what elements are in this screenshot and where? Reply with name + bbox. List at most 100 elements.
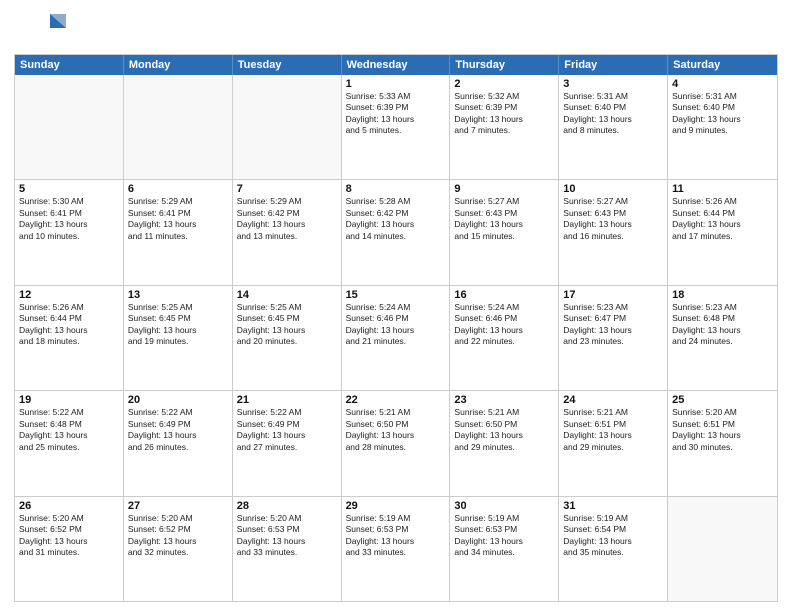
cell-info: Sunrise: 5:20 AM Sunset: 6:52 PM Dayligh… — [19, 513, 119, 559]
calendar-row: 26Sunrise: 5:20 AM Sunset: 6:52 PM Dayli… — [15, 497, 777, 601]
calendar-cell: 12Sunrise: 5:26 AM Sunset: 6:44 PM Dayli… — [15, 286, 124, 390]
cell-info: Sunrise: 5:23 AM Sunset: 6:48 PM Dayligh… — [672, 302, 773, 348]
day-number: 26 — [19, 500, 119, 512]
calendar-cell: 27Sunrise: 5:20 AM Sunset: 6:52 PM Dayli… — [124, 497, 233, 601]
calendar-cell: 8Sunrise: 5:28 AM Sunset: 6:42 PM Daylig… — [342, 180, 451, 284]
cell-info: Sunrise: 5:21 AM Sunset: 6:50 PM Dayligh… — [454, 407, 554, 453]
calendar-cell: 17Sunrise: 5:23 AM Sunset: 6:47 PM Dayli… — [559, 286, 668, 390]
day-number: 7 — [237, 183, 337, 195]
day-number: 18 — [672, 289, 773, 301]
calendar-cell: 15Sunrise: 5:24 AM Sunset: 6:46 PM Dayli… — [342, 286, 451, 390]
weekday-header: Tuesday — [233, 55, 342, 75]
calendar-row: 19Sunrise: 5:22 AM Sunset: 6:48 PM Dayli… — [15, 391, 777, 496]
calendar-body: 1Sunrise: 5:33 AM Sunset: 6:39 PM Daylig… — [15, 75, 777, 601]
weekday-header: Thursday — [450, 55, 559, 75]
calendar-cell: 7Sunrise: 5:29 AM Sunset: 6:42 PM Daylig… — [233, 180, 342, 284]
calendar-cell: 2Sunrise: 5:32 AM Sunset: 6:39 PM Daylig… — [450, 75, 559, 179]
day-number: 3 — [563, 78, 663, 90]
weekday-header: Sunday — [15, 55, 124, 75]
day-number: 29 — [346, 500, 446, 512]
day-number: 24 — [563, 394, 663, 406]
cell-info: Sunrise: 5:26 AM Sunset: 6:44 PM Dayligh… — [672, 196, 773, 242]
weekday-header: Saturday — [668, 55, 777, 75]
day-number: 30 — [454, 500, 554, 512]
logo — [14, 10, 66, 48]
calendar-cell: 1Sunrise: 5:33 AM Sunset: 6:39 PM Daylig… — [342, 75, 451, 179]
weekday-header: Monday — [124, 55, 233, 75]
cell-info: Sunrise: 5:21 AM Sunset: 6:51 PM Dayligh… — [563, 407, 663, 453]
calendar-cell — [15, 75, 124, 179]
day-number: 20 — [128, 394, 228, 406]
day-number: 14 — [237, 289, 337, 301]
day-number: 15 — [346, 289, 446, 301]
day-number: 22 — [346, 394, 446, 406]
weekday-header: Wednesday — [342, 55, 451, 75]
cell-info: Sunrise: 5:31 AM Sunset: 6:40 PM Dayligh… — [672, 91, 773, 137]
page: SundayMondayTuesdayWednesdayThursdayFrid… — [0, 0, 792, 612]
calendar-cell: 25Sunrise: 5:20 AM Sunset: 6:51 PM Dayli… — [668, 391, 777, 495]
cell-info: Sunrise: 5:20 AM Sunset: 6:53 PM Dayligh… — [237, 513, 337, 559]
cell-info: Sunrise: 5:24 AM Sunset: 6:46 PM Dayligh… — [346, 302, 446, 348]
calendar-cell: 20Sunrise: 5:22 AM Sunset: 6:49 PM Dayli… — [124, 391, 233, 495]
day-number: 4 — [672, 78, 773, 90]
calendar-header: SundayMondayTuesdayWednesdayThursdayFrid… — [15, 55, 777, 75]
cell-info: Sunrise: 5:23 AM Sunset: 6:47 PM Dayligh… — [563, 302, 663, 348]
day-number: 6 — [128, 183, 228, 195]
calendar-row: 12Sunrise: 5:26 AM Sunset: 6:44 PM Dayli… — [15, 286, 777, 391]
calendar-cell: 9Sunrise: 5:27 AM Sunset: 6:43 PM Daylig… — [450, 180, 559, 284]
cell-info: Sunrise: 5:19 AM Sunset: 6:54 PM Dayligh… — [563, 513, 663, 559]
calendar-cell: 28Sunrise: 5:20 AM Sunset: 6:53 PM Dayli… — [233, 497, 342, 601]
calendar-cell: 13Sunrise: 5:25 AM Sunset: 6:45 PM Dayli… — [124, 286, 233, 390]
cell-info: Sunrise: 5:30 AM Sunset: 6:41 PM Dayligh… — [19, 196, 119, 242]
cell-info: Sunrise: 5:27 AM Sunset: 6:43 PM Dayligh… — [563, 196, 663, 242]
day-number: 2 — [454, 78, 554, 90]
calendar: SundayMondayTuesdayWednesdayThursdayFrid… — [14, 54, 778, 602]
calendar-cell: 29Sunrise: 5:19 AM Sunset: 6:53 PM Dayli… — [342, 497, 451, 601]
day-number: 12 — [19, 289, 119, 301]
cell-info: Sunrise: 5:19 AM Sunset: 6:53 PM Dayligh… — [346, 513, 446, 559]
day-number: 23 — [454, 394, 554, 406]
calendar-cell: 6Sunrise: 5:29 AM Sunset: 6:41 PM Daylig… — [124, 180, 233, 284]
calendar-cell: 26Sunrise: 5:20 AM Sunset: 6:52 PM Dayli… — [15, 497, 124, 601]
calendar-cell: 30Sunrise: 5:19 AM Sunset: 6:53 PM Dayli… — [450, 497, 559, 601]
cell-info: Sunrise: 5:25 AM Sunset: 6:45 PM Dayligh… — [128, 302, 228, 348]
cell-info: Sunrise: 5:28 AM Sunset: 6:42 PM Dayligh… — [346, 196, 446, 242]
day-number: 5 — [19, 183, 119, 195]
calendar-cell: 3Sunrise: 5:31 AM Sunset: 6:40 PM Daylig… — [559, 75, 668, 179]
cell-info: Sunrise: 5:31 AM Sunset: 6:40 PM Dayligh… — [563, 91, 663, 137]
day-number: 13 — [128, 289, 228, 301]
day-number: 21 — [237, 394, 337, 406]
day-number: 31 — [563, 500, 663, 512]
day-number: 27 — [128, 500, 228, 512]
day-number: 9 — [454, 183, 554, 195]
header — [14, 10, 778, 48]
cell-info: Sunrise: 5:22 AM Sunset: 6:48 PM Dayligh… — [19, 407, 119, 453]
cell-info: Sunrise: 5:19 AM Sunset: 6:53 PM Dayligh… — [454, 513, 554, 559]
cell-info: Sunrise: 5:24 AM Sunset: 6:46 PM Dayligh… — [454, 302, 554, 348]
day-number: 1 — [346, 78, 446, 90]
weekday-header: Friday — [559, 55, 668, 75]
cell-info: Sunrise: 5:25 AM Sunset: 6:45 PM Dayligh… — [237, 302, 337, 348]
day-number: 17 — [563, 289, 663, 301]
day-number: 19 — [19, 394, 119, 406]
day-number: 11 — [672, 183, 773, 195]
cell-info: Sunrise: 5:29 AM Sunset: 6:42 PM Dayligh… — [237, 196, 337, 242]
cell-info: Sunrise: 5:20 AM Sunset: 6:52 PM Dayligh… — [128, 513, 228, 559]
cell-info: Sunrise: 5:26 AM Sunset: 6:44 PM Dayligh… — [19, 302, 119, 348]
cell-info: Sunrise: 5:22 AM Sunset: 6:49 PM Dayligh… — [237, 407, 337, 453]
calendar-row: 5Sunrise: 5:30 AM Sunset: 6:41 PM Daylig… — [15, 180, 777, 285]
day-number: 25 — [672, 394, 773, 406]
calendar-cell: 4Sunrise: 5:31 AM Sunset: 6:40 PM Daylig… — [668, 75, 777, 179]
calendar-cell: 19Sunrise: 5:22 AM Sunset: 6:48 PM Dayli… — [15, 391, 124, 495]
cell-info: Sunrise: 5:33 AM Sunset: 6:39 PM Dayligh… — [346, 91, 446, 137]
calendar-cell: 18Sunrise: 5:23 AM Sunset: 6:48 PM Dayli… — [668, 286, 777, 390]
calendar-cell: 11Sunrise: 5:26 AM Sunset: 6:44 PM Dayli… — [668, 180, 777, 284]
calendar-cell: 14Sunrise: 5:25 AM Sunset: 6:45 PM Dayli… — [233, 286, 342, 390]
day-number: 8 — [346, 183, 446, 195]
day-number: 10 — [563, 183, 663, 195]
calendar-cell — [233, 75, 342, 179]
cell-info: Sunrise: 5:20 AM Sunset: 6:51 PM Dayligh… — [672, 407, 773, 453]
calendar-cell: 5Sunrise: 5:30 AM Sunset: 6:41 PM Daylig… — [15, 180, 124, 284]
calendar-cell: 22Sunrise: 5:21 AM Sunset: 6:50 PM Dayli… — [342, 391, 451, 495]
calendar-cell: 16Sunrise: 5:24 AM Sunset: 6:46 PM Dayli… — [450, 286, 559, 390]
